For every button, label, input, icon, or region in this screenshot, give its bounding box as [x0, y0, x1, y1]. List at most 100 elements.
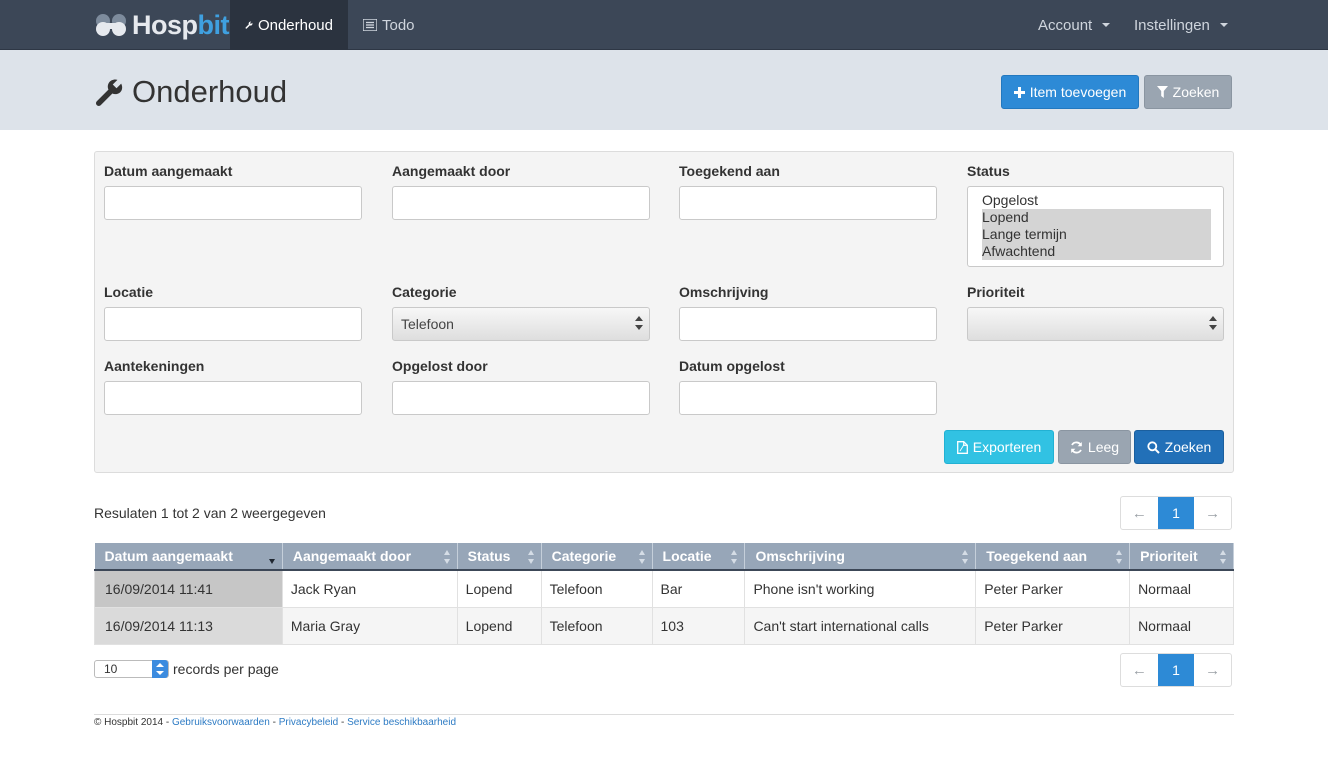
- pagination-page[interactable]: 1: [1157, 654, 1195, 686]
- nav-todo-label: Todo: [382, 16, 415, 34]
- omschrijving-input[interactable]: [679, 307, 937, 341]
- table-cell: Jack Ryan: [281, 569, 458, 608]
- datum-aangemaakt-label: Datum aangemaakt: [104, 163, 233, 179]
- sort-icon: [527, 550, 535, 564]
- aantekeningen-label: Aantekeningen: [104, 358, 205, 374]
- toggle-search-button-label: Zoeken: [1172, 84, 1220, 100]
- datum-opgelost-input[interactable]: [679, 381, 937, 415]
- search-icon: [1147, 440, 1160, 454]
- search-filter-panel: Datum aangemaakt Aangemaakt door Toegeke…: [94, 151, 1234, 473]
- add-item-button-label: Item toevoegen: [1029, 84, 1127, 100]
- pagination-next[interactable]: →: [1194, 654, 1231, 686]
- locatie-input[interactable]: [104, 307, 362, 341]
- omschrijving-label: Omschrijving: [679, 284, 769, 300]
- list-icon: [363, 19, 377, 31]
- status-option[interactable]: Afwachtend: [982, 243, 1211, 260]
- toggle-search-button[interactable]: Zoeken: [1144, 75, 1232, 109]
- nav-todo[interactable]: Todo: [348, 0, 430, 50]
- brand-name: Hospbit: [132, 9, 229, 40]
- footer-separator: -: [269, 717, 279, 728]
- table-cell: Peter Parker: [975, 606, 1131, 645]
- table-cell: Telefoon: [540, 606, 653, 645]
- prioriteit-label: Prioriteit: [967, 284, 1025, 300]
- table-cell: 16/09/2014 11:41: [94, 569, 283, 608]
- column-header[interactable]: Omschrijving: [744, 543, 977, 571]
- sort-icon: [731, 550, 738, 564]
- settings-menu[interactable]: Instellingen: [1119, 0, 1243, 50]
- table-header-row: Datum aangemaakt Aangemaakt door Status …: [94, 543, 1234, 571]
- sort-icon: [962, 550, 969, 564]
- aantekeningen-input[interactable]: [104, 381, 362, 415]
- status-option[interactable]: Lange termijn: [982, 226, 1211, 243]
- prioriteit-select[interactable]: [967, 307, 1224, 341]
- footer-divider: [94, 714, 1234, 715]
- nav-onderhoud[interactable]: Onderhoud: [230, 0, 348, 50]
- account-menu[interactable]: Account: [1023, 0, 1125, 50]
- opgelost-door-label: Opgelost door: [392, 358, 488, 374]
- footer-separator: -: [338, 717, 348, 728]
- clear-button-label: Leeg: [1087, 439, 1120, 455]
- datum-aangemaakt-input[interactable]: [104, 186, 362, 220]
- column-header[interactable]: Locatie: [652, 543, 746, 571]
- results-summary: Resulaten 1 tot 2 van 2 weergegeven: [94, 505, 326, 521]
- status-multiselect[interactable]: Opgelost Lopend Lange termijn Afwachtend: [967, 186, 1224, 267]
- categorie-label: Categorie: [392, 284, 457, 300]
- table-cell: 16/09/2014 11:13: [94, 606, 283, 645]
- search-button[interactable]: Zoeken: [1134, 430, 1224, 464]
- pagination-page[interactable]: 1: [1157, 497, 1195, 529]
- records-per-page-select[interactable]: 10: [94, 660, 169, 678]
- column-header[interactable]: Datum aangemaakt: [94, 543, 283, 571]
- privacy-link[interactable]: Privacybeleid: [279, 717, 338, 728]
- table-row[interactable]: 16/09/2014 11:13 Maria Gray Lopend Telef…: [94, 606, 1234, 645]
- sort-icon: [1220, 550, 1227, 564]
- pdf-file-icon: [956, 440, 968, 454]
- column-header[interactable]: Prioriteit: [1129, 543, 1234, 571]
- wrench-icon: [95, 79, 123, 106]
- toegekend-aan-input[interactable]: [679, 186, 937, 220]
- table-cell: Normaal: [1129, 606, 1234, 645]
- page-title-text: Onderhoud: [132, 74, 288, 109]
- pagination-next[interactable]: →: [1194, 497, 1231, 529]
- status-option[interactable]: Opgelost: [982, 192, 1211, 209]
- table-cell: Can't start international calls: [744, 606, 977, 645]
- table-row[interactable]: 16/09/2014 11:41 Jack Ryan Lopend Telefo…: [94, 569, 1234, 608]
- categorie-select[interactable]: Telefoon: [392, 307, 650, 341]
- table-cell: Lopend: [456, 606, 542, 645]
- column-header[interactable]: Toegekend aan: [975, 543, 1131, 571]
- opgelost-door-input[interactable]: [392, 381, 650, 415]
- add-item-button[interactable]: Item toevoegen: [1001, 75, 1139, 109]
- table-cell: 103: [651, 606, 746, 645]
- column-header[interactable]: Aangemaakt door: [282, 543, 458, 571]
- top-navbar: Hospbit Onderhoud Todo Account Instellin…: [0, 0, 1328, 50]
- caret-down-icon: [1219, 23, 1228, 27]
- locatie-label: Locatie: [104, 284, 154, 300]
- column-header[interactable]: Categorie: [541, 543, 653, 571]
- status-option[interactable]: Lopend: [982, 209, 1211, 226]
- export-button[interactable]: Exporteren: [944, 430, 1054, 464]
- sort-desc-icon: [268, 550, 276, 564]
- terms-link[interactable]: Gebruiksvoorwaarden: [172, 717, 270, 728]
- pagination-prev[interactable]: ←: [1121, 497, 1158, 529]
- sort-icon: [638, 550, 646, 564]
- records-per-page-label: records per page: [173, 661, 279, 677]
- brand-logo[interactable]: Hospbit: [94, 8, 229, 42]
- filter-icon: [1156, 86, 1168, 98]
- refresh-icon: [1071, 441, 1082, 453]
- service-availability-link[interactable]: Service beschikbaarheid: [347, 717, 456, 728]
- status-label: Status: [967, 163, 1010, 179]
- datum-opgelost-label: Datum opgelost: [679, 358, 785, 374]
- nav-onderhoud-label: Onderhoud: [257, 16, 333, 34]
- table-cell: Bar: [651, 569, 746, 608]
- clear-button[interactable]: Leeg: [1058, 430, 1131, 464]
- table-cell: Lopend: [456, 569, 542, 608]
- aangemaakt-door-input[interactable]: [392, 186, 650, 220]
- plus-icon: [1013, 86, 1025, 98]
- pagination-bottom: ← 1 →: [1120, 653, 1232, 687]
- categorie-select-value: Telefoon: [401, 316, 454, 332]
- hospbit-logo-icon: [96, 14, 126, 36]
- table-cell: Telefoon: [540, 569, 653, 608]
- column-header[interactable]: Status: [457, 543, 542, 571]
- pagination-prev[interactable]: ←: [1121, 654, 1158, 686]
- records-per-page: 10 records per page: [94, 660, 279, 678]
- sort-icon: [1116, 550, 1123, 564]
